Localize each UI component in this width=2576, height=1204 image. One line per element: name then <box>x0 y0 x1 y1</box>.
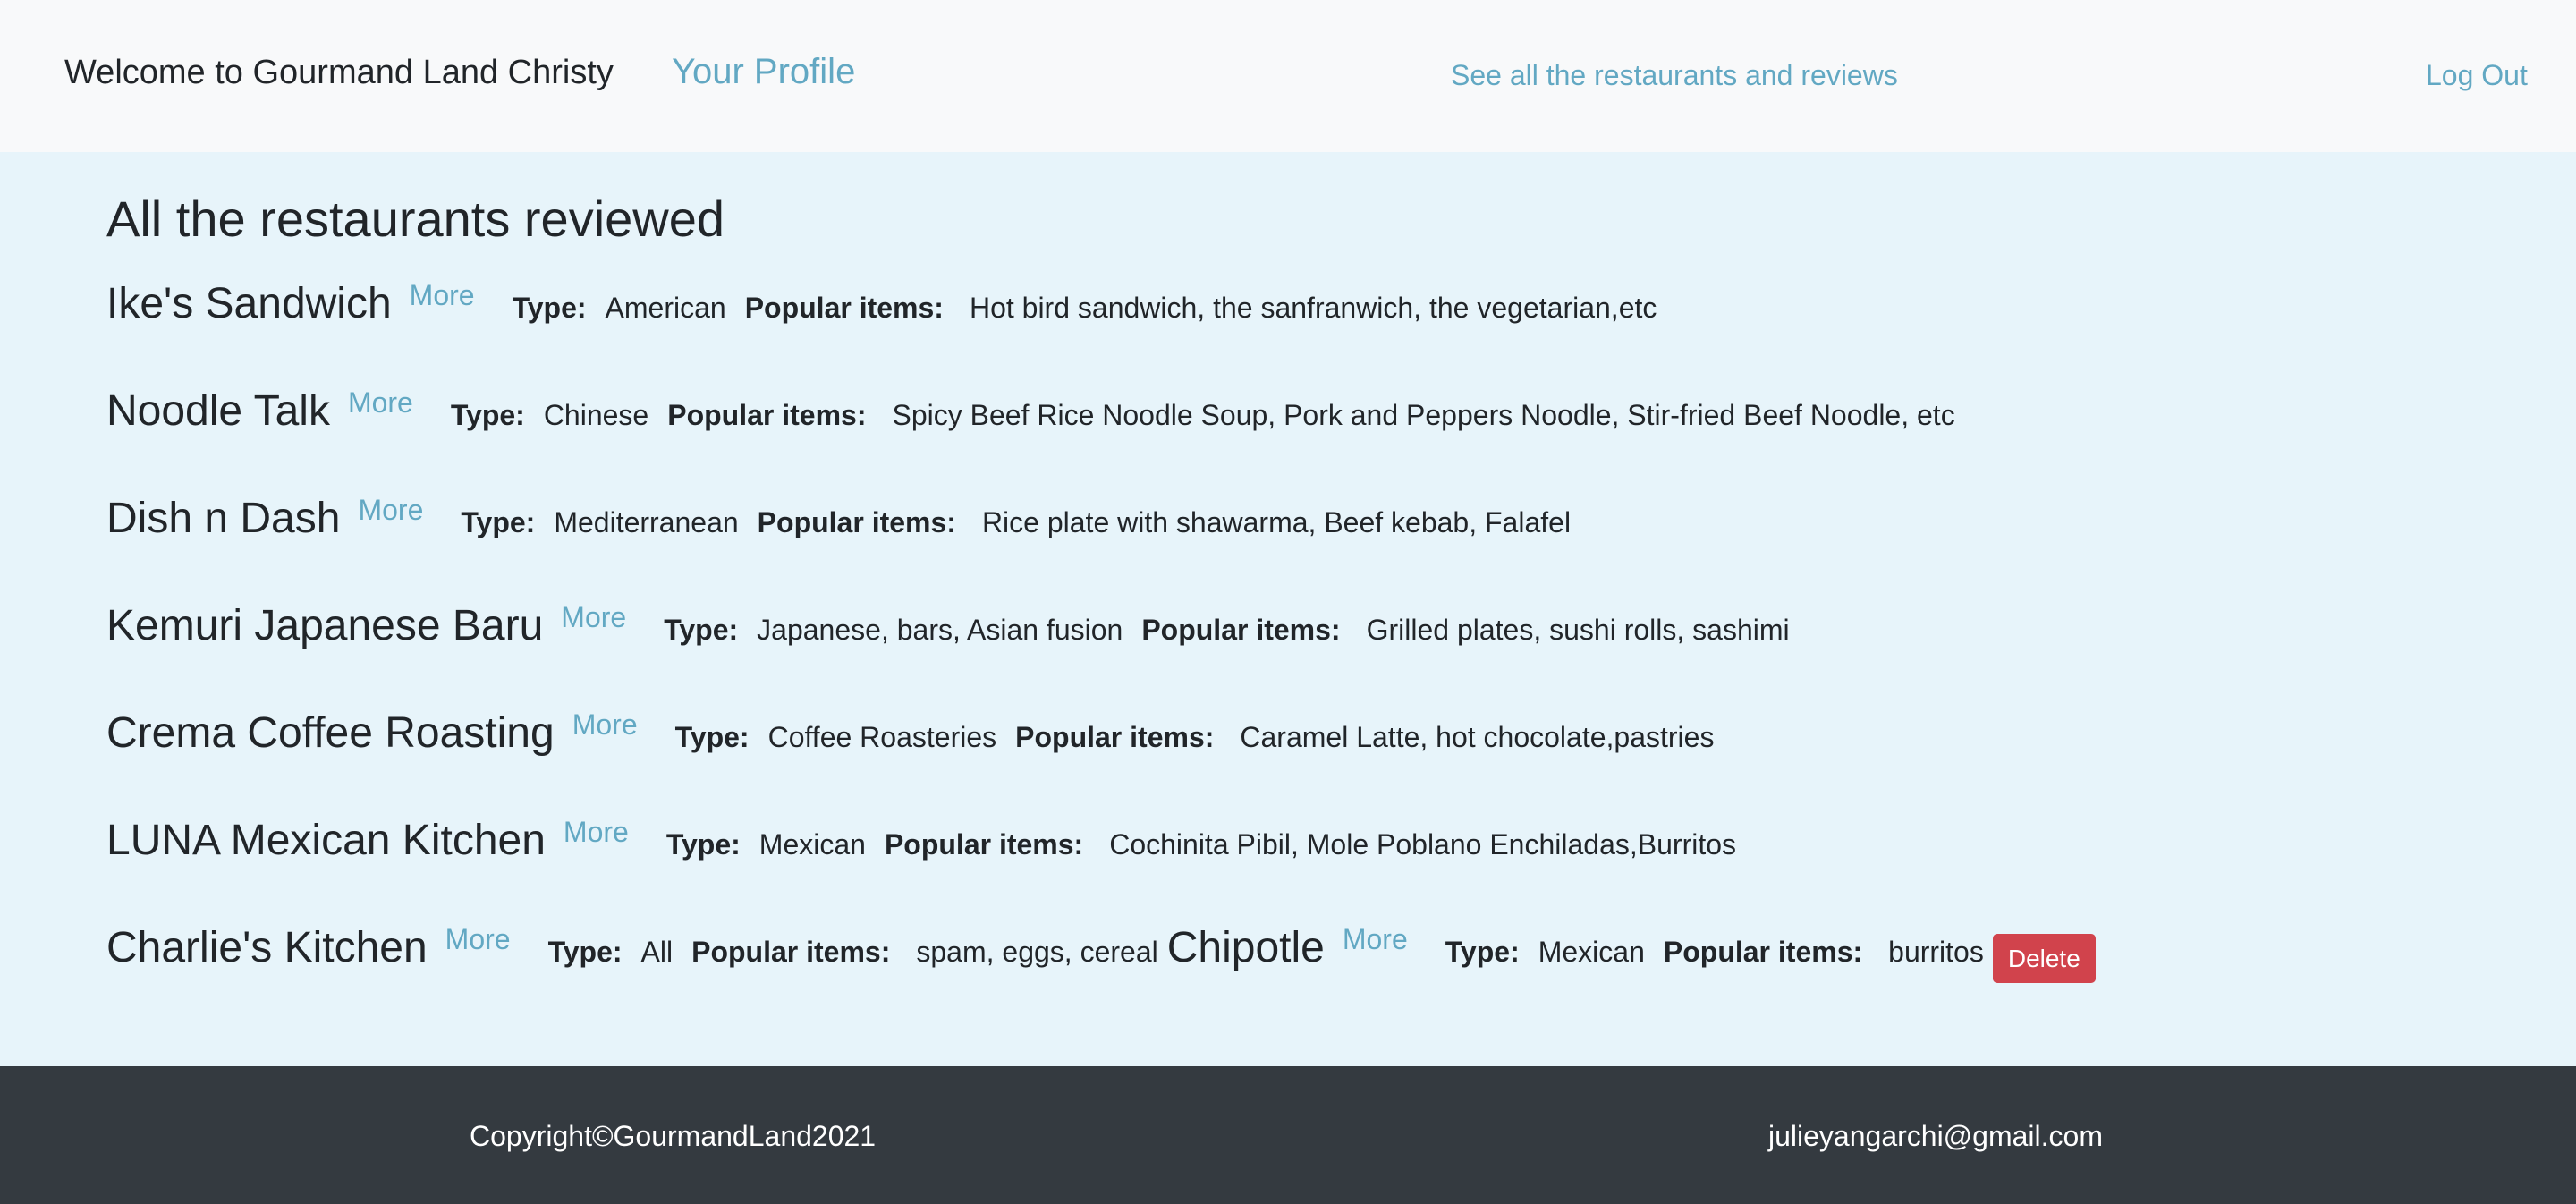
restaurant-row: Noodle Talk More Type: Chinese Popular i… <box>106 386 1955 436</box>
restaurant-row: LUNA Mexican Kitchen More Type: Mexican … <box>106 816 1736 865</box>
restaurant-row: Ike's Sandwich More Type: American Popul… <box>106 279 1657 328</box>
popular-items-label: Popular items: <box>884 828 1084 861</box>
restaurant-type: Chinese <box>543 399 649 431</box>
restaurant-type: All <box>640 936 674 968</box>
site-brand: Welcome to Gourmand Land Christy <box>64 54 614 91</box>
popular-items: Hot bird sandwich, the sanfranwich, the … <box>969 292 1657 324</box>
popular-items: Rice plate with shawarma, Beef kebab, Fa… <box>981 506 1572 538</box>
restaurant-type: Coffee Roasteries <box>767 721 997 753</box>
footer: Copyright©GourmandLand2021 julieyangarch… <box>0 1066 2576 1204</box>
copyright-text: Copyright©GourmandLand2021 <box>470 1120 877 1152</box>
type-label: Type: <box>512 292 587 324</box>
more-link[interactable]: More <box>445 923 511 956</box>
type-label: Type: <box>1445 936 1520 968</box>
your-profile-link[interactable]: Your Profile <box>672 52 855 92</box>
main-content: All the restaurants reviewed Ike's Sandw… <box>0 152 2576 1066</box>
popular-items-label: Popular items: <box>744 292 944 324</box>
restaurant-row: Kemuri Japanese Baru More Type: Japanese… <box>106 601 1790 650</box>
delete-button[interactable]: Delete <box>1992 934 2096 983</box>
more-link[interactable]: More <box>348 386 413 420</box>
popular-items-label: Popular items: <box>1015 721 1215 753</box>
page-title: All the restaurants reviewed <box>106 191 725 247</box>
more-link[interactable]: More <box>561 601 626 634</box>
restaurant-name: Dish n Dash <box>106 495 341 542</box>
popular-items-label: Popular items: <box>757 506 956 538</box>
more-link[interactable]: More <box>564 816 629 849</box>
restaurant-type: Mexican <box>1538 936 1645 968</box>
more-link[interactable]: More <box>1343 923 1408 956</box>
restaurant-row: Dish n Dash More Type: Mediterranean Pop… <box>106 494 1571 543</box>
restaurant-name: Charlie's Kitchen <box>106 924 428 971</box>
all-restaurants-link[interactable]: See all the restaurants and reviews <box>1451 59 1898 92</box>
log-out-link[interactable]: Log Out <box>2426 59 2528 92</box>
restaurant-type: Japanese, bars, Asian fusion <box>757 614 1123 646</box>
more-link[interactable]: More <box>410 279 475 312</box>
popular-items: burritos <box>1888 936 1984 968</box>
restaurant-row: Crema Coffee Roasting More Type: Coffee … <box>106 708 1714 758</box>
popular-items: Cochinita Pibil, Mole Poblano Enchiladas… <box>1109 828 1737 861</box>
type-label: Type: <box>547 936 623 968</box>
more-link[interactable]: More <box>358 494 423 527</box>
type-label: Type: <box>664 614 739 646</box>
restaurant-name: Chipotle <box>1166 924 1325 971</box>
popular-items-label: Popular items: <box>691 936 891 968</box>
popular-items: Caramel Latte, hot chocolate,pastries <box>1240 721 1715 753</box>
popular-items-label: Popular items: <box>1141 614 1341 646</box>
navbar: Welcome to Gourmand Land Christy Your Pr… <box>0 0 2576 152</box>
restaurant-name: Noodle Talk <box>106 387 330 435</box>
restaurant-name: Ike's Sandwich <box>106 280 392 327</box>
popular-items: Grilled plates, sushi rolls, sashimi <box>1366 614 1790 646</box>
contact-email: julieyangarchi@gmail.com <box>1768 1120 2103 1152</box>
restaurant-type: Mediterranean <box>554 506 739 538</box>
type-label: Type: <box>665 828 741 861</box>
type-label: Type: <box>450 399 525 431</box>
popular-items-label: Popular items: <box>667 399 867 431</box>
restaurant-name: Crema Coffee Roasting <box>106 709 555 757</box>
popular-items: Spicy Beef Rice Noodle Soup, Pork and Pe… <box>892 399 1955 431</box>
more-link[interactable]: More <box>572 708 638 742</box>
restaurant-name: Kemuri Japanese Baru <box>106 602 544 649</box>
popular-items: spam, eggs, cereal <box>916 936 1158 968</box>
restaurant-name: LUNA Mexican Kitchen <box>106 817 546 864</box>
type-label: Type: <box>674 721 750 753</box>
restaurant-row: Charlie's Kitchen More Type: All Popular… <box>106 923 2096 983</box>
restaurant-type: Mexican <box>758 828 866 861</box>
restaurant-type: American <box>605 292 726 324</box>
type-label: Type: <box>461 506 536 538</box>
popular-items-label: Popular items: <box>1663 936 1863 968</box>
